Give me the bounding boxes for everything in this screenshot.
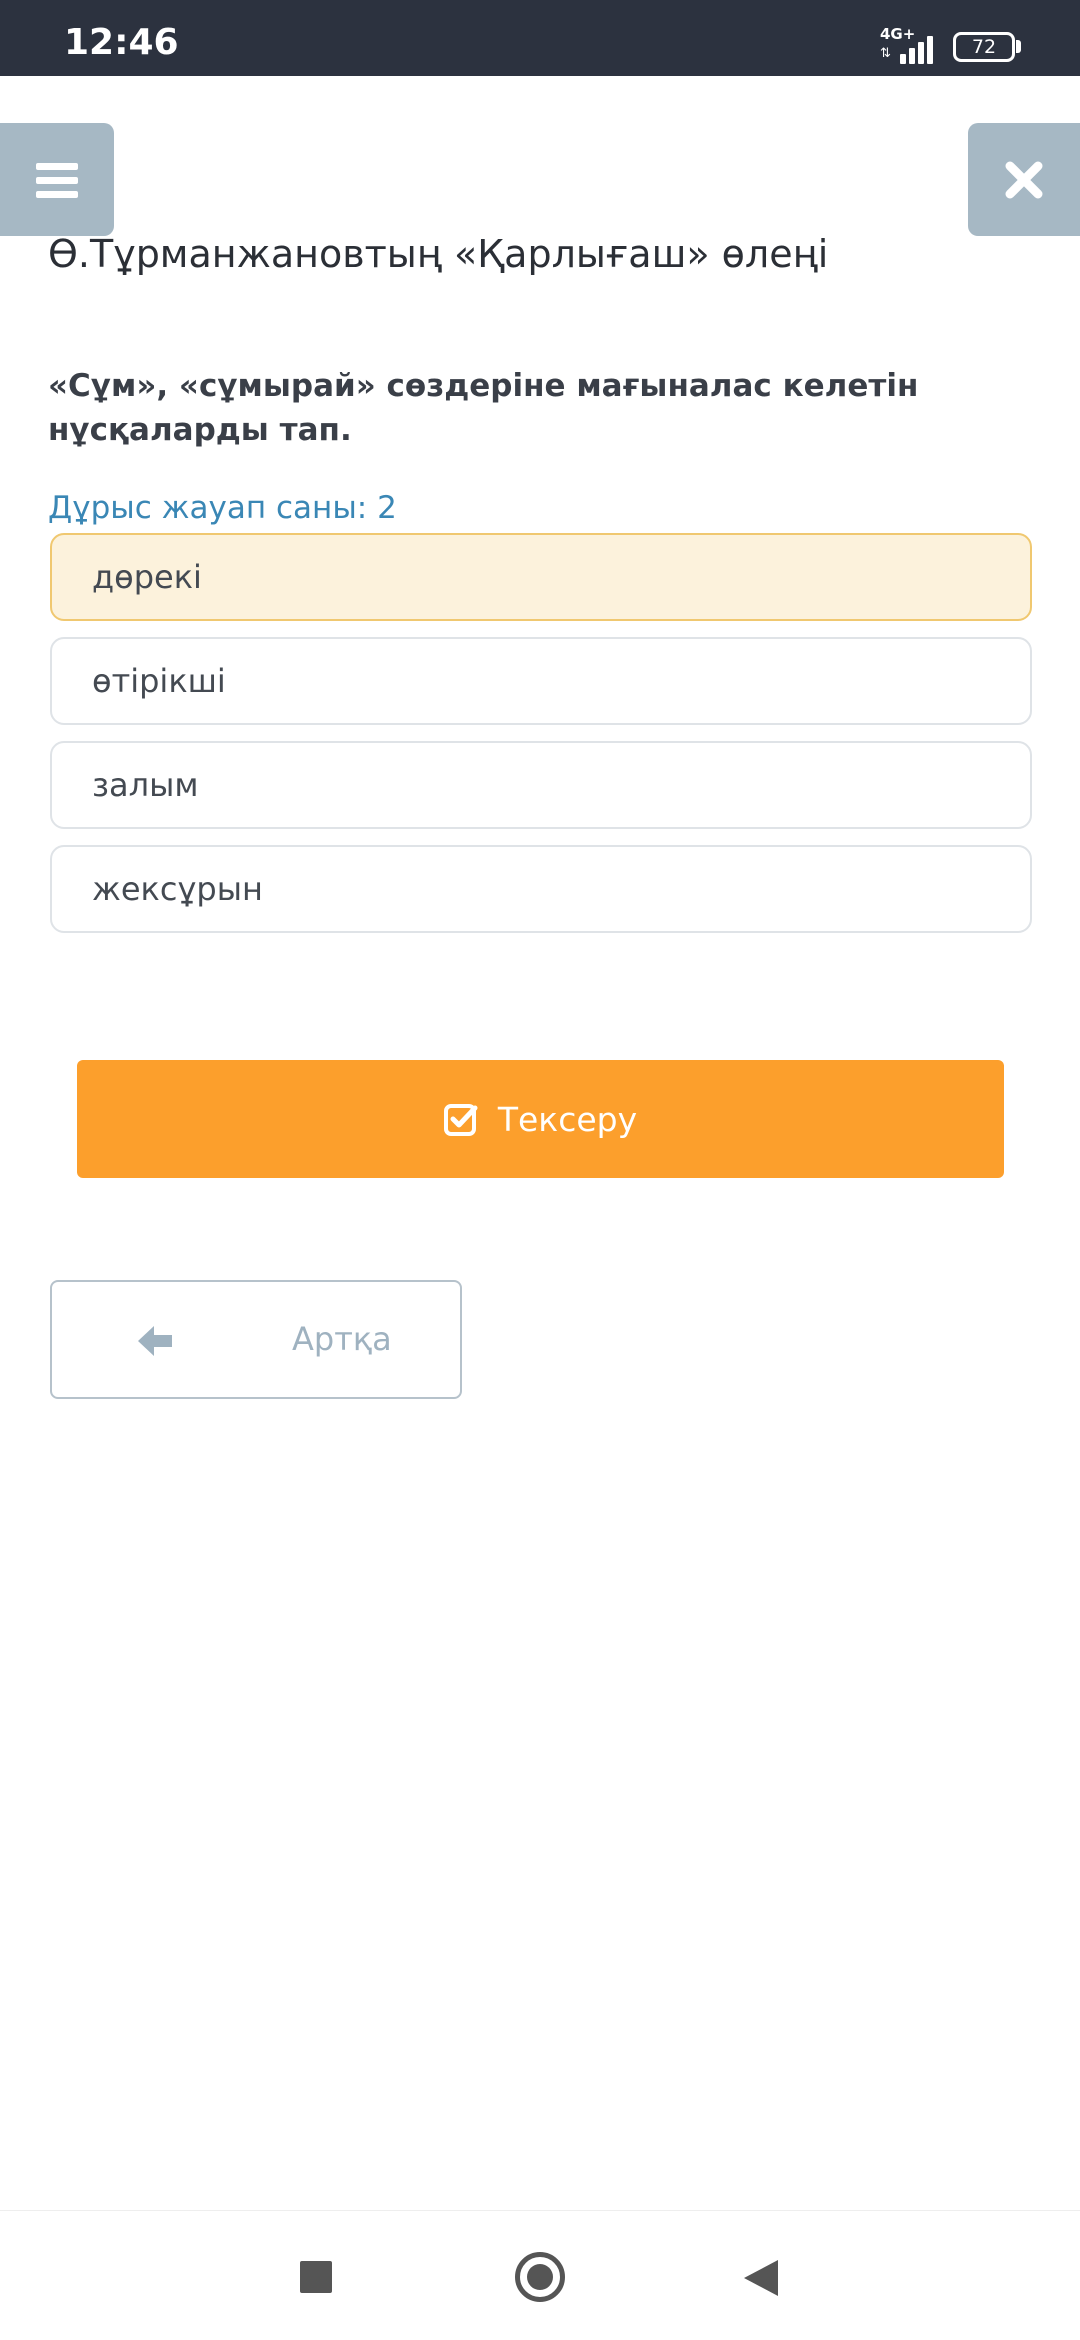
battery-tip: [1016, 40, 1021, 53]
home-icon[interactable]: [515, 2252, 565, 2302]
answer-option[interactable]: өтірікші: [50, 637, 1032, 725]
back-button[interactable]: Артқа: [50, 1280, 462, 1399]
system-navigation-bar: [0, 2210, 1080, 2340]
data-activity-icon: ⇅: [880, 46, 891, 61]
recent-apps-icon[interactable]: [300, 2261, 332, 2293]
close-icon: [1005, 161, 1043, 199]
menu-button[interactable]: [0, 123, 114, 236]
arrow-left-icon: [138, 1326, 172, 1356]
answer-option[interactable]: дөрекі: [50, 533, 1032, 621]
check-button-label: Тексеру: [497, 1099, 638, 1139]
question-text: «Сұм», «сұмырай» сөздеріне мағыналас кел…: [48, 368, 919, 448]
page-title: Ө.Тұрманжановтың «Қарлығаш» өлеңі: [48, 232, 829, 276]
answer-options: дөрекі өтірікші залым жексұрын: [50, 533, 1032, 949]
answer-option[interactable]: залым: [50, 741, 1032, 829]
signal-strength-icon: [896, 30, 938, 64]
status-time: 12:46: [64, 22, 179, 63]
back-button-label: Артқа: [292, 1320, 392, 1358]
status-bar: 12:46 4G+ ⇅ 72: [0, 0, 1080, 76]
nav-back-icon[interactable]: [742, 2258, 780, 2298]
checkbox-check-icon: [443, 1104, 478, 1136]
answer-option[interactable]: жексұрын: [50, 845, 1032, 933]
battery-icon: 72: [953, 32, 1015, 62]
close-button[interactable]: [968, 123, 1080, 236]
check-button[interactable]: Тексеру: [77, 1060, 1004, 1178]
correct-answer-count: Дұрыс жауап саны: 2: [48, 490, 397, 526]
